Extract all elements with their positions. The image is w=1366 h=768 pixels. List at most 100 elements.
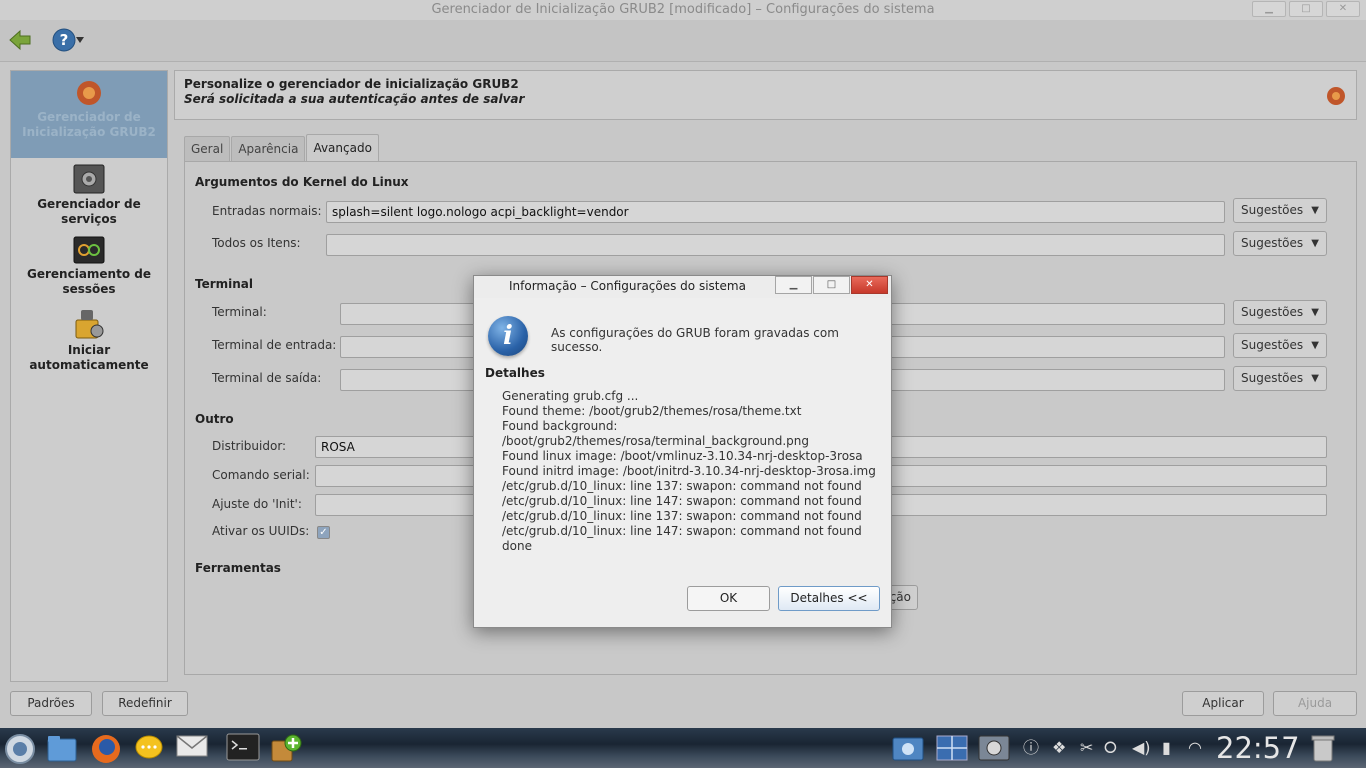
tools-section-title: Ferramentas bbox=[195, 561, 281, 575]
sidebar-item-label: Gerenciamento de sessões bbox=[27, 267, 151, 296]
dialog-minimize-button[interactable]: ▁ bbox=[775, 276, 812, 294]
usb-icon[interactable]: ⭘ bbox=[1104, 738, 1117, 758]
sidebar: Gerenciador de Inicialização GRUB2 Geren… bbox=[10, 70, 168, 682]
details-title: Detalhes bbox=[485, 366, 545, 380]
grub-icon bbox=[77, 81, 101, 105]
page-title: Personalize o gerenciador de inicializaç… bbox=[184, 77, 519, 91]
tab-general[interactable]: Geral bbox=[184, 136, 231, 161]
all-items-suggestions[interactable]: Sugestões ▼ bbox=[1233, 231, 1327, 256]
sidebar-item-label: Gerenciador de Inicialização GRUB2 bbox=[22, 110, 156, 139]
toolbar: ? bbox=[0, 20, 1366, 62]
volume-icon[interactable]: ◀) bbox=[1132, 738, 1151, 758]
page-header: Personalize o gerenciador de inicializaç… bbox=[174, 70, 1357, 120]
battery-icon[interactable]: ▮ bbox=[1162, 738, 1171, 758]
dropbox-icon[interactable]: ❖ bbox=[1052, 738, 1066, 758]
log-line: /boot/grub2/themes/rosa/terminal_backgro… bbox=[502, 434, 810, 448]
clock[interactable]: 22:57 bbox=[1216, 731, 1300, 765]
chevron-down-icon: ▼ bbox=[1311, 340, 1319, 351]
apply-button[interactable]: Aplicar bbox=[1182, 691, 1264, 716]
dialog-maximize-button[interactable]: □ bbox=[813, 276, 850, 294]
reset-button[interactable]: Redefinir bbox=[102, 691, 188, 716]
terminal-input-label: Terminal de entrada: bbox=[212, 338, 337, 352]
log-line: Found initrd image: /boot/initrd-3.10.34… bbox=[502, 464, 876, 478]
uuid-checkbox[interactable]: ✓ bbox=[317, 526, 330, 539]
back-arrow-icon[interactable] bbox=[8, 28, 32, 52]
window-titlebar: Gerenciador de Inicialização GRUB2 [modi… bbox=[0, 0, 1366, 20]
sidebar-item-sessions[interactable]: Gerenciamento de sessões bbox=[11, 236, 167, 297]
trash-icon[interactable] bbox=[1310, 733, 1336, 763]
sessions-icon bbox=[73, 236, 105, 264]
dialog-close-button[interactable]: ✕ bbox=[851, 276, 888, 294]
software-center-icon[interactable] bbox=[270, 733, 302, 763]
info-glyph: i bbox=[503, 321, 513, 351]
firefox-icon[interactable] bbox=[90, 733, 122, 765]
log-line: /etc/grub.d/10_linux: line 147: swapon: … bbox=[502, 524, 862, 538]
maximize-button[interactable]: □ bbox=[1289, 1, 1323, 17]
page-subtitle: Será solicitada a sua autenticação antes… bbox=[184, 92, 525, 106]
details-log: Generating grub.cfg ... Found theme: /bo… bbox=[502, 389, 876, 554]
chevron-down-icon: ▼ bbox=[1311, 205, 1319, 216]
log-line: /etc/grub.d/10_linux: line 147: swapon: … bbox=[502, 494, 862, 508]
sidebar-item-autostart[interactable]: Iniciar automaticamente bbox=[11, 308, 167, 373]
log-line: Found theme: /boot/grub2/themes/rosa/the… bbox=[502, 404, 802, 418]
init-label: Ajuste do 'Init': bbox=[212, 497, 302, 511]
all-items-input[interactable] bbox=[326, 234, 1225, 256]
file-manager-icon[interactable] bbox=[46, 733, 78, 763]
chat-icon[interactable] bbox=[134, 733, 164, 763]
start-menu-icon[interactable] bbox=[4, 733, 36, 765]
uuid-label: Ativar os UUIDs: bbox=[212, 524, 310, 538]
sidebar-item-label: Gerenciador de serviços bbox=[37, 197, 141, 226]
tab-appearance[interactable]: Aparência bbox=[231, 136, 306, 161]
all-items-label: Todos os Itens: bbox=[212, 236, 301, 250]
terminal-label: Terminal: bbox=[212, 305, 267, 319]
log-line: Generating grub.cfg ... bbox=[502, 389, 639, 403]
normal-entries-suggestions[interactable]: Sugestões ▼ bbox=[1233, 198, 1327, 223]
terminal-input-suggestions[interactable]: Sugestões ▼ bbox=[1233, 333, 1327, 358]
ok-button[interactable]: OK bbox=[687, 586, 770, 611]
taskbar: ⓘ ❖ ✂ ⭘ ◀) ▮ ◠ 22:57 bbox=[0, 728, 1366, 768]
minimize-button[interactable]: ▁ bbox=[1252, 1, 1286, 17]
wifi-icon[interactable]: ◠ bbox=[1188, 738, 1202, 758]
services-gear-icon bbox=[73, 164, 105, 194]
details-toggle-button[interactable]: Detalhes << bbox=[778, 586, 880, 611]
window-title: Gerenciador de Inicialização GRUB2 [modi… bbox=[431, 2, 935, 17]
defaults-button[interactable]: Padrões bbox=[10, 691, 92, 716]
help-dropdown-arrow-icon[interactable] bbox=[76, 37, 84, 43]
kernel-section-title: Argumentos do Kernel do Linux bbox=[195, 175, 409, 189]
terminal-output-label: Terminal de saída: bbox=[212, 371, 322, 385]
chevron-down-icon: ▼ bbox=[1311, 373, 1319, 384]
help-icon[interactable]: ? bbox=[52, 28, 76, 52]
clipboard-scissors-icon[interactable]: ✂ bbox=[1080, 738, 1093, 758]
terminal-icon[interactable] bbox=[226, 733, 260, 761]
suggestions-label: Sugestões bbox=[1241, 305, 1304, 319]
log-line: Found linux image: /boot/vmlinuz-3.10.34… bbox=[502, 449, 863, 463]
autostart-icon bbox=[75, 310, 104, 339]
log-line: /etc/grub.d/10_linux: line 137: swapon: … bbox=[502, 509, 862, 523]
mail-icon[interactable] bbox=[176, 733, 208, 759]
info-icon: i bbox=[488, 316, 528, 356]
normal-entries-input[interactable]: splash=silent logo.nologo acpi_backlight… bbox=[326, 201, 1225, 223]
log-line: /etc/grub.d/10_linux: line 137: swapon: … bbox=[502, 479, 862, 493]
screenshot-tool-icon[interactable] bbox=[892, 733, 924, 763]
svg-text:?: ? bbox=[60, 31, 69, 49]
close-button[interactable]: ✕ bbox=[1326, 1, 1360, 17]
sidebar-item-services[interactable]: Gerenciador de serviços bbox=[11, 164, 167, 227]
tab-bar: Geral Aparência Avançado bbox=[184, 134, 380, 161]
system-settings-icon[interactable] bbox=[978, 733, 1010, 763]
chevron-down-icon: ▼ bbox=[1311, 238, 1319, 249]
log-line: Found background: bbox=[502, 419, 618, 433]
sidebar-item-grub2[interactable]: Gerenciador de Inicialização GRUB2 bbox=[11, 71, 167, 158]
log-line: done bbox=[502, 539, 532, 553]
workspace-switcher-icon[interactable] bbox=[936, 733, 968, 763]
grub-header-icon bbox=[1327, 87, 1345, 105]
notifications-icon[interactable]: ⓘ bbox=[1023, 738, 1039, 758]
suggestions-label: Sugestões bbox=[1241, 203, 1304, 217]
normal-entries-label: Entradas normais: bbox=[212, 204, 322, 218]
suggestions-label: Sugestões bbox=[1241, 338, 1304, 352]
terminal-suggestions[interactable]: Sugestões ▼ bbox=[1233, 300, 1327, 325]
terminal-output-suggestions[interactable]: Sugestões ▼ bbox=[1233, 366, 1327, 391]
distributor-label: Distribuidor: bbox=[212, 439, 287, 453]
tab-advanced[interactable]: Avançado bbox=[306, 134, 379, 161]
suggestions-label: Sugestões bbox=[1241, 236, 1304, 250]
help-button[interactable]: Ajuda bbox=[1273, 691, 1357, 716]
